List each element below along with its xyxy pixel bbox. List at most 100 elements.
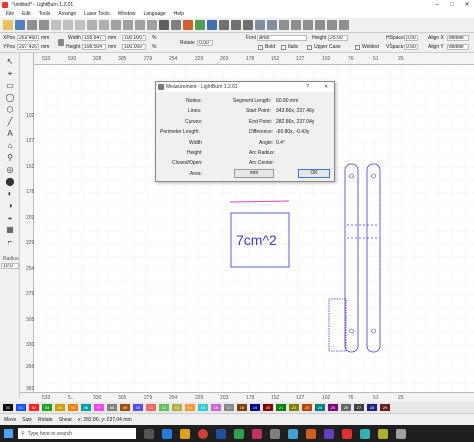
edit-nodes-icon[interactable]: ⌖ (5, 69, 15, 78)
boolean-intersect-icon[interactable]: ◒ (5, 213, 15, 222)
machine-settings-icon[interactable] (183, 20, 193, 30)
open-icon[interactable] (3, 20, 13, 30)
task-view-icon[interactable] (144, 428, 154, 439)
palette-swatch-00[interactable]: 00 (3, 404, 13, 411)
app-icon-11[interactable] (378, 428, 388, 439)
boolean-subtract-icon[interactable]: ◑ (5, 201, 15, 210)
zoom-frame-icon[interactable] (147, 20, 157, 30)
height-input[interactable]: 198.504 (82, 44, 106, 50)
size-button[interactable]: Size (22, 417, 32, 423)
palette-swatch-01[interactable]: 01 (16, 404, 26, 411)
palette-swatch-25[interactable]: 25 (328, 404, 338, 411)
hspace-input[interactable]: 0.00 (404, 35, 418, 41)
move-together-icon[interactable] (339, 20, 349, 30)
flip-vertical-icon[interactable] (267, 20, 277, 30)
rotate-button[interactable]: Rotate (38, 417, 53, 423)
palette-swatch-05[interactable]: 05 (68, 404, 78, 411)
radius-input[interactable]: 10.0 (1, 263, 19, 269)
notes-icon[interactable] (195, 20, 205, 30)
app-icon-7[interactable] (288, 428, 298, 439)
unit-mm-button[interactable]: mm (234, 169, 274, 178)
close-window-button[interactable]: ✕ (460, 0, 474, 10)
palette-swatch-04[interactable]: 04 (55, 404, 65, 411)
font-select[interactable]: Arial (257, 35, 307, 41)
palette-swatch-21[interactable]: 21 (276, 404, 286, 411)
palette-swatch-14[interactable]: 14 (185, 404, 195, 411)
canvas-text[interactable]: 7cm^2 (236, 232, 277, 248)
lightburn-icon[interactable] (342, 428, 352, 439)
boolean-union-icon[interactable]: ◐ (5, 189, 15, 198)
bold-checkbox[interactable] (258, 45, 263, 50)
palette-swatch-12[interactable]: 12 (159, 404, 169, 411)
palette-swatch-28[interactable]: 28 (367, 404, 377, 411)
chrome-icon[interactable] (198, 428, 208, 439)
camera-icon[interactable] (159, 20, 169, 30)
palette-swatch-26[interactable]: 26 (341, 404, 351, 411)
ypos-input[interactable]: 297.426 (17, 44, 39, 50)
align-y-select[interactable]: Middle (447, 44, 469, 50)
italic-checkbox[interactable] (281, 45, 286, 50)
palette-swatch-19[interactable]: 19 (250, 404, 260, 411)
app-icon-4[interactable] (234, 428, 244, 439)
palette-swatch-06[interactable]: 06 (81, 404, 91, 411)
app-icon-1[interactable] (162, 428, 172, 439)
app-icon-9[interactable] (324, 428, 334, 439)
minimize-button[interactable]: – (430, 0, 444, 10)
menu-tools[interactable]: Tools (39, 11, 51, 17)
position-laser-icon[interactable]: ⌂ (5, 141, 15, 150)
palette-swatch-11[interactable]: 11 (146, 404, 156, 411)
menu-file[interactable]: File (6, 11, 14, 17)
text-icon[interactable]: A (5, 129, 15, 138)
palette-swatch-13[interactable]: 13 (172, 404, 182, 411)
move-button[interactable]: Move (4, 417, 16, 423)
cut-icon[interactable] (51, 20, 61, 30)
palette-swatch-18[interactable]: 18 (237, 404, 247, 411)
offset-icon[interactable]: ◎ (5, 165, 15, 174)
text-height-input[interactable]: 25.00 (328, 35, 348, 41)
app-icon-5[interactable] (252, 428, 262, 439)
shear-button[interactable]: Shear (59, 417, 72, 423)
align-bottom-icon[interactable] (315, 20, 325, 30)
app-icon-3[interactable] (216, 428, 226, 439)
dialog-help-button[interactable]: ? (306, 82, 309, 92)
import-icon[interactable] (27, 20, 37, 30)
xpos-input[interactable]: 263.460 (17, 35, 39, 41)
group-icon[interactable] (231, 20, 241, 30)
app-icon-10[interactable] (360, 428, 370, 439)
palette-swatch-02[interactable]: 02 (29, 404, 39, 411)
undo-icon[interactable] (87, 20, 97, 30)
maximize-button[interactable]: □ (445, 0, 459, 10)
palette-swatch-29[interactable]: 29 (380, 404, 390, 411)
lock-icon[interactable] (58, 39, 64, 46)
taskbar-search-input[interactable]: ⚲ Type here to search (18, 428, 136, 439)
palette-swatch-16[interactable]: 16 (211, 404, 221, 411)
measure-icon[interactable]: ⚲ (5, 153, 15, 162)
align-top-icon[interactable] (303, 20, 313, 30)
distribute-icon[interactable] (327, 20, 337, 30)
rotate-input[interactable]: 0.00 (197, 40, 213, 46)
export-icon[interactable] (39, 20, 49, 30)
flip-horizontal-icon[interactable] (255, 20, 265, 30)
palette-swatch-10[interactable]: 10 (133, 404, 143, 411)
welded-checkbox[interactable] (355, 45, 360, 50)
upper-case-checkbox[interactable] (307, 45, 312, 50)
array-icon[interactable] (219, 20, 229, 30)
menu-edit[interactable]: Edit (22, 11, 31, 17)
palette-swatch-24[interactable]: 24 (315, 404, 325, 411)
ungroup-icon[interactable] (243, 20, 253, 30)
ellipse-icon[interactable]: ◯ (5, 93, 15, 102)
menu-language[interactable]: Language (143, 11, 165, 17)
palette-swatch-07[interactable]: 07 (94, 404, 104, 411)
dialog-title-bar[interactable]: Measurement - LightBurn 1.2.01 ? ✕ (156, 82, 334, 92)
app-icon-2[interactable] (180, 428, 190, 439)
line-icon[interactable]: ╱ (5, 117, 15, 126)
paste-icon[interactable] (75, 20, 85, 30)
save-icon[interactable] (15, 20, 25, 30)
trace-icon[interactable] (207, 20, 217, 30)
scale-width-input[interactable]: 100.000 (122, 35, 146, 41)
palette-swatch-22[interactable]: 22 (289, 404, 299, 411)
palette-swatch-27[interactable]: 27 (354, 404, 364, 411)
app-icon-6[interactable] (270, 428, 280, 439)
weld-icon[interactable]: ⬤ (5, 177, 15, 186)
dialog-close-button[interactable]: ✕ (324, 82, 328, 92)
